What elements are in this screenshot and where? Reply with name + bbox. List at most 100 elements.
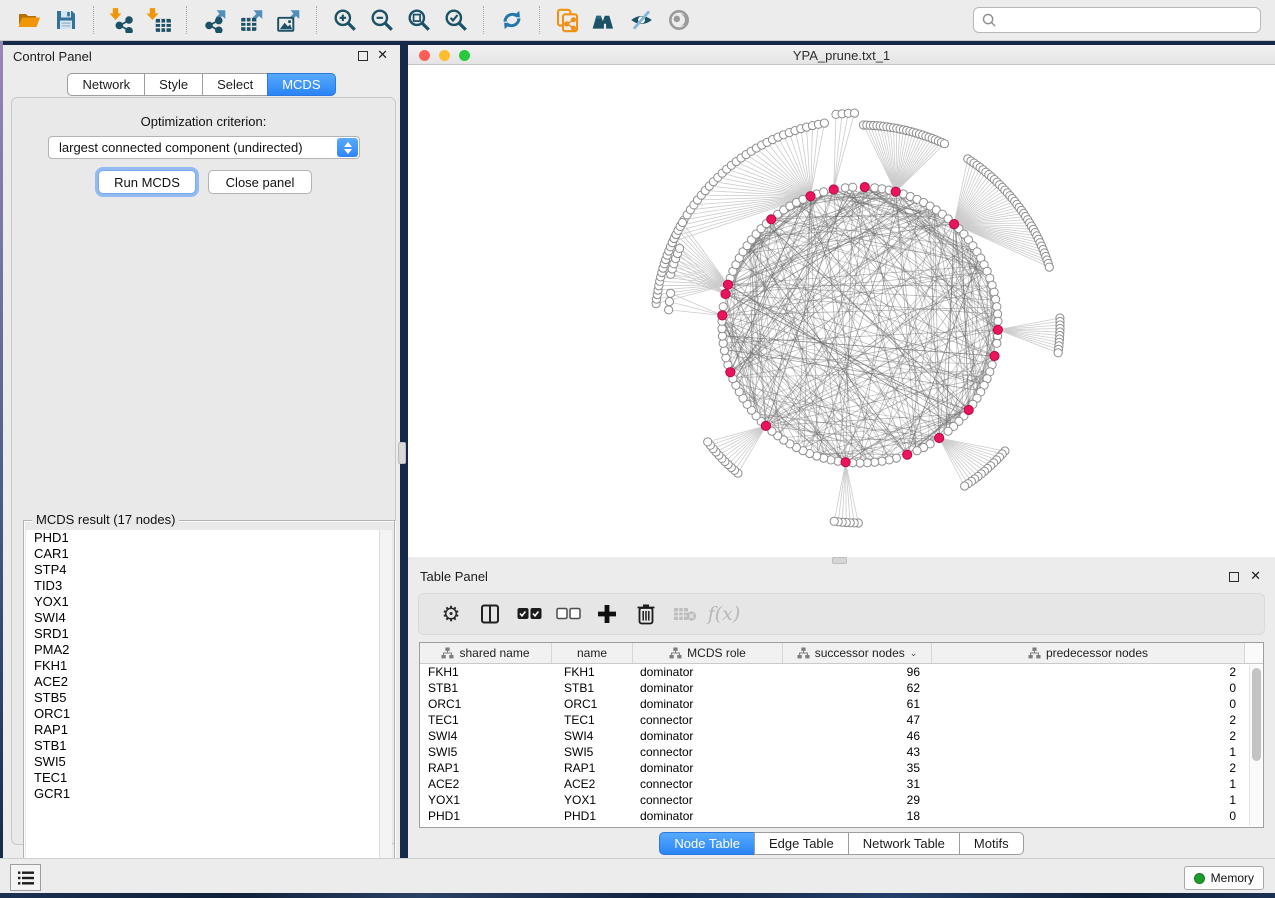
table-row[interactable]: ACE2ACE2connector311	[420, 776, 1263, 792]
zoom-out-button[interactable]	[363, 4, 400, 36]
export-table-button[interactable]	[233, 4, 270, 36]
network-leaf-node[interactable]	[667, 289, 675, 297]
table-tab-edge-table[interactable]: Edge Table	[754, 832, 849, 855]
tab-select[interactable]: Select	[202, 73, 268, 96]
mcds-result-item[interactable]: CAR1	[26, 546, 379, 562]
network-leaf-node[interactable]	[961, 482, 969, 490]
hide-selected-button[interactable]	[623, 4, 660, 36]
export-image-button[interactable]	[270, 4, 307, 36]
mcds-result-scrollbar[interactable]	[379, 530, 392, 888]
table-row[interactable]: TEC1TEC1connector472	[420, 712, 1263, 728]
binoculars-button[interactable]	[586, 4, 623, 36]
network-hub-node[interactable]	[718, 311, 727, 320]
column-header-name[interactable]: name	[552, 643, 633, 663]
network-hub-node[interactable]	[829, 185, 838, 194]
network-hub-node[interactable]	[806, 192, 815, 201]
delete-table-button[interactable]	[669, 599, 701, 629]
network-hub-node[interactable]	[964, 405, 973, 414]
mcds-result-item[interactable]: PHD1	[26, 530, 379, 546]
network-node[interactable]	[913, 447, 921, 455]
table-tab-network-table[interactable]: Network Table	[848, 832, 960, 855]
search-box[interactable]	[973, 7, 1261, 33]
network-leaf-node[interactable]	[665, 306, 673, 314]
mcds-result-item[interactable]: FKH1	[26, 658, 379, 674]
mcds-result-item[interactable]: PMA2	[26, 642, 379, 658]
network-hub-node[interactable]	[860, 183, 869, 192]
table-row[interactable]: ORC1ORC1dominator610	[420, 696, 1263, 712]
table-row[interactable]: SWI4SWI4dominator462	[420, 728, 1263, 744]
zoom-selected-button[interactable]	[437, 4, 474, 36]
horizontal-splitter[interactable]	[408, 557, 1275, 566]
zoom-fit-button[interactable]	[400, 4, 437, 36]
column-settings-button[interactable]: ⚙	[435, 599, 467, 629]
network-leaf-node[interactable]	[1045, 263, 1053, 271]
tab-mcds[interactable]: MCDS	[267, 73, 335, 96]
show-all-button[interactable]	[660, 4, 697, 36]
mcds-result-item[interactable]: TID3	[26, 578, 379, 594]
table-row[interactable]: FKH1FKH1dominator962	[420, 664, 1263, 680]
add-row-button[interactable]	[591, 599, 623, 629]
import-network-button[interactable]	[103, 4, 140, 36]
network-leaf-node[interactable]	[850, 109, 858, 117]
table-tab-motifs[interactable]: Motifs	[959, 832, 1024, 855]
network-leaf-node[interactable]	[820, 119, 828, 127]
network-leaf-node[interactable]	[1054, 349, 1062, 357]
import-table-button[interactable]	[140, 4, 177, 36]
table-row[interactable]: SWI5SWI5connector431	[420, 744, 1263, 760]
network-node[interactable]	[849, 183, 857, 191]
column-header-shared-name[interactable]: shared name	[420, 643, 552, 663]
memory-button[interactable]: Memory	[1184, 866, 1264, 890]
table-row[interactable]: RAP1RAP1dominator352	[420, 760, 1263, 776]
mcds-result-item[interactable]: YOX1	[26, 594, 379, 610]
mcds-result-item[interactable]: SWI4	[26, 610, 379, 626]
network-hub-node[interactable]	[935, 433, 944, 442]
network-hub-node[interactable]	[761, 421, 770, 430]
close-panel-button[interactable]: Close panel	[208, 170, 312, 194]
zoom-in-button[interactable]	[326, 4, 363, 36]
network-window-titlebar[interactable]: YPA_prune.txt_1	[408, 45, 1275, 65]
network-leaf-node[interactable]	[940, 140, 948, 148]
network-node[interactable]	[719, 303, 727, 311]
network-hub-node[interactable]	[721, 289, 730, 298]
column-header-predecessor-nodes[interactable]: predecessor nodes	[932, 643, 1245, 663]
network-node[interactable]	[993, 339, 1001, 347]
network-hub-node[interactable]	[723, 280, 732, 289]
network-node[interactable]	[994, 317, 1002, 325]
table-tab-node-table[interactable]: Node Table	[659, 832, 755, 855]
table-row[interactable]: PHD1PHD1dominator180	[420, 808, 1263, 824]
mcds-result-item[interactable]: GCR1	[26, 786, 379, 802]
network-hub-node[interactable]	[993, 325, 1002, 334]
vertical-splitter-handle[interactable]	[398, 442, 406, 464]
function-builder-button[interactable]: f(x)	[708, 599, 740, 629]
run-mcds-button[interactable]: Run MCDS	[98, 170, 196, 194]
tab-style[interactable]: Style	[144, 73, 203, 96]
refresh-button[interactable]	[493, 4, 530, 36]
network-hub-node[interactable]	[841, 458, 850, 467]
network-node[interactable]	[944, 427, 952, 435]
mcds-result-item[interactable]: RAP1	[26, 722, 379, 738]
table-row[interactable]: YOX1YOX1connector291	[420, 792, 1263, 808]
mcds-result-item[interactable]: ORC1	[26, 706, 379, 722]
network-hub-node[interactable]	[903, 450, 912, 459]
tab-network[interactable]: Network	[67, 73, 145, 96]
network-leaf-node[interactable]	[704, 438, 712, 446]
mcds-result-item[interactable]: STB1	[26, 738, 379, 754]
mcds-result-item[interactable]: ACE2	[26, 674, 379, 690]
mcds-result-item[interactable]: SWI5	[26, 754, 379, 770]
mcds-result-item[interactable]: STB5	[26, 690, 379, 706]
clone-network-button[interactable]	[549, 4, 586, 36]
network-hub-node[interactable]	[990, 351, 999, 360]
export-network-button[interactable]	[196, 4, 233, 36]
node-table-scrollbar[interactable]	[1249, 665, 1262, 826]
network-hub-node[interactable]	[726, 368, 735, 377]
horizontal-splitter-handle[interactable]	[832, 557, 847, 564]
search-input[interactable]	[998, 13, 1260, 28]
column-header-MCDS-role[interactable]: MCDS role	[633, 643, 783, 663]
float-panel-icon[interactable]	[358, 51, 368, 61]
network-node[interactable]	[820, 188, 828, 196]
close-table-panel-icon[interactable]: ✕	[1250, 568, 1261, 584]
network-hub-node[interactable]	[767, 215, 776, 224]
network-hub-node[interactable]	[891, 187, 900, 196]
show-columns-button[interactable]	[474, 599, 506, 629]
network-leaf-node[interactable]	[676, 244, 684, 252]
